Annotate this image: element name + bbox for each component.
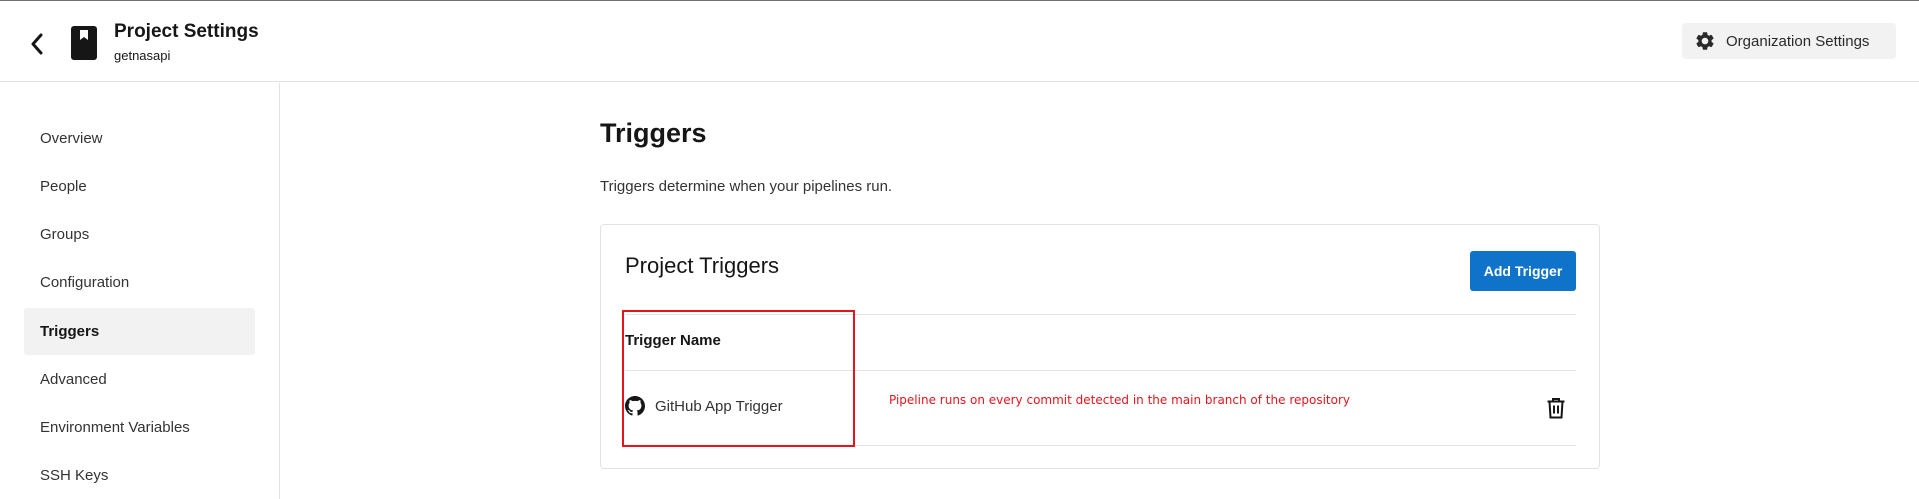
- annotation-note: Pipeline runs on every commit detected i…: [889, 393, 1350, 407]
- sidebar-item-configuration[interactable]: Configuration: [24, 259, 255, 306]
- section-description: Triggers determine when your pipelines r…: [600, 178, 893, 195]
- sidebar-item-ssh-keys[interactable]: SSH Keys: [24, 452, 255, 499]
- project-name: getnasapi: [114, 48, 171, 63]
- sidebar-item-overview[interactable]: Overview: [24, 115, 255, 162]
- sidebar-item-advanced[interactable]: Advanced: [24, 356, 255, 403]
- organization-settings-button[interactable]: Organization Settings: [1682, 23, 1896, 59]
- highlight-box: [622, 310, 855, 447]
- sidebar-item-people[interactable]: People: [24, 163, 255, 210]
- card-title: Project Triggers: [625, 253, 780, 278]
- chevron-left-icon: [31, 33, 43, 55]
- settings-sidebar: Overview People Groups Configuration Tri…: [0, 83, 280, 499]
- project-book-icon: [71, 26, 97, 60]
- section-title: Triggers: [600, 118, 707, 148]
- back-button[interactable]: [22, 29, 52, 59]
- organization-settings-label: Organization Settings: [1726, 32, 1870, 50]
- sidebar-item-triggers[interactable]: Triggers: [24, 308, 255, 355]
- gear-icon: [1696, 32, 1714, 50]
- trash-icon: [1547, 398, 1565, 419]
- page-title: Project Settings: [114, 21, 259, 42]
- add-trigger-button[interactable]: Add Trigger: [1470, 251, 1576, 291]
- top-bar: Project Settings getnasapi Organization …: [0, 0, 1919, 82]
- sidebar-item-environment-variables[interactable]: Environment Variables: [24, 404, 255, 451]
- delete-trigger-button[interactable]: [1543, 395, 1569, 421]
- sidebar-item-groups[interactable]: Groups: [24, 211, 255, 258]
